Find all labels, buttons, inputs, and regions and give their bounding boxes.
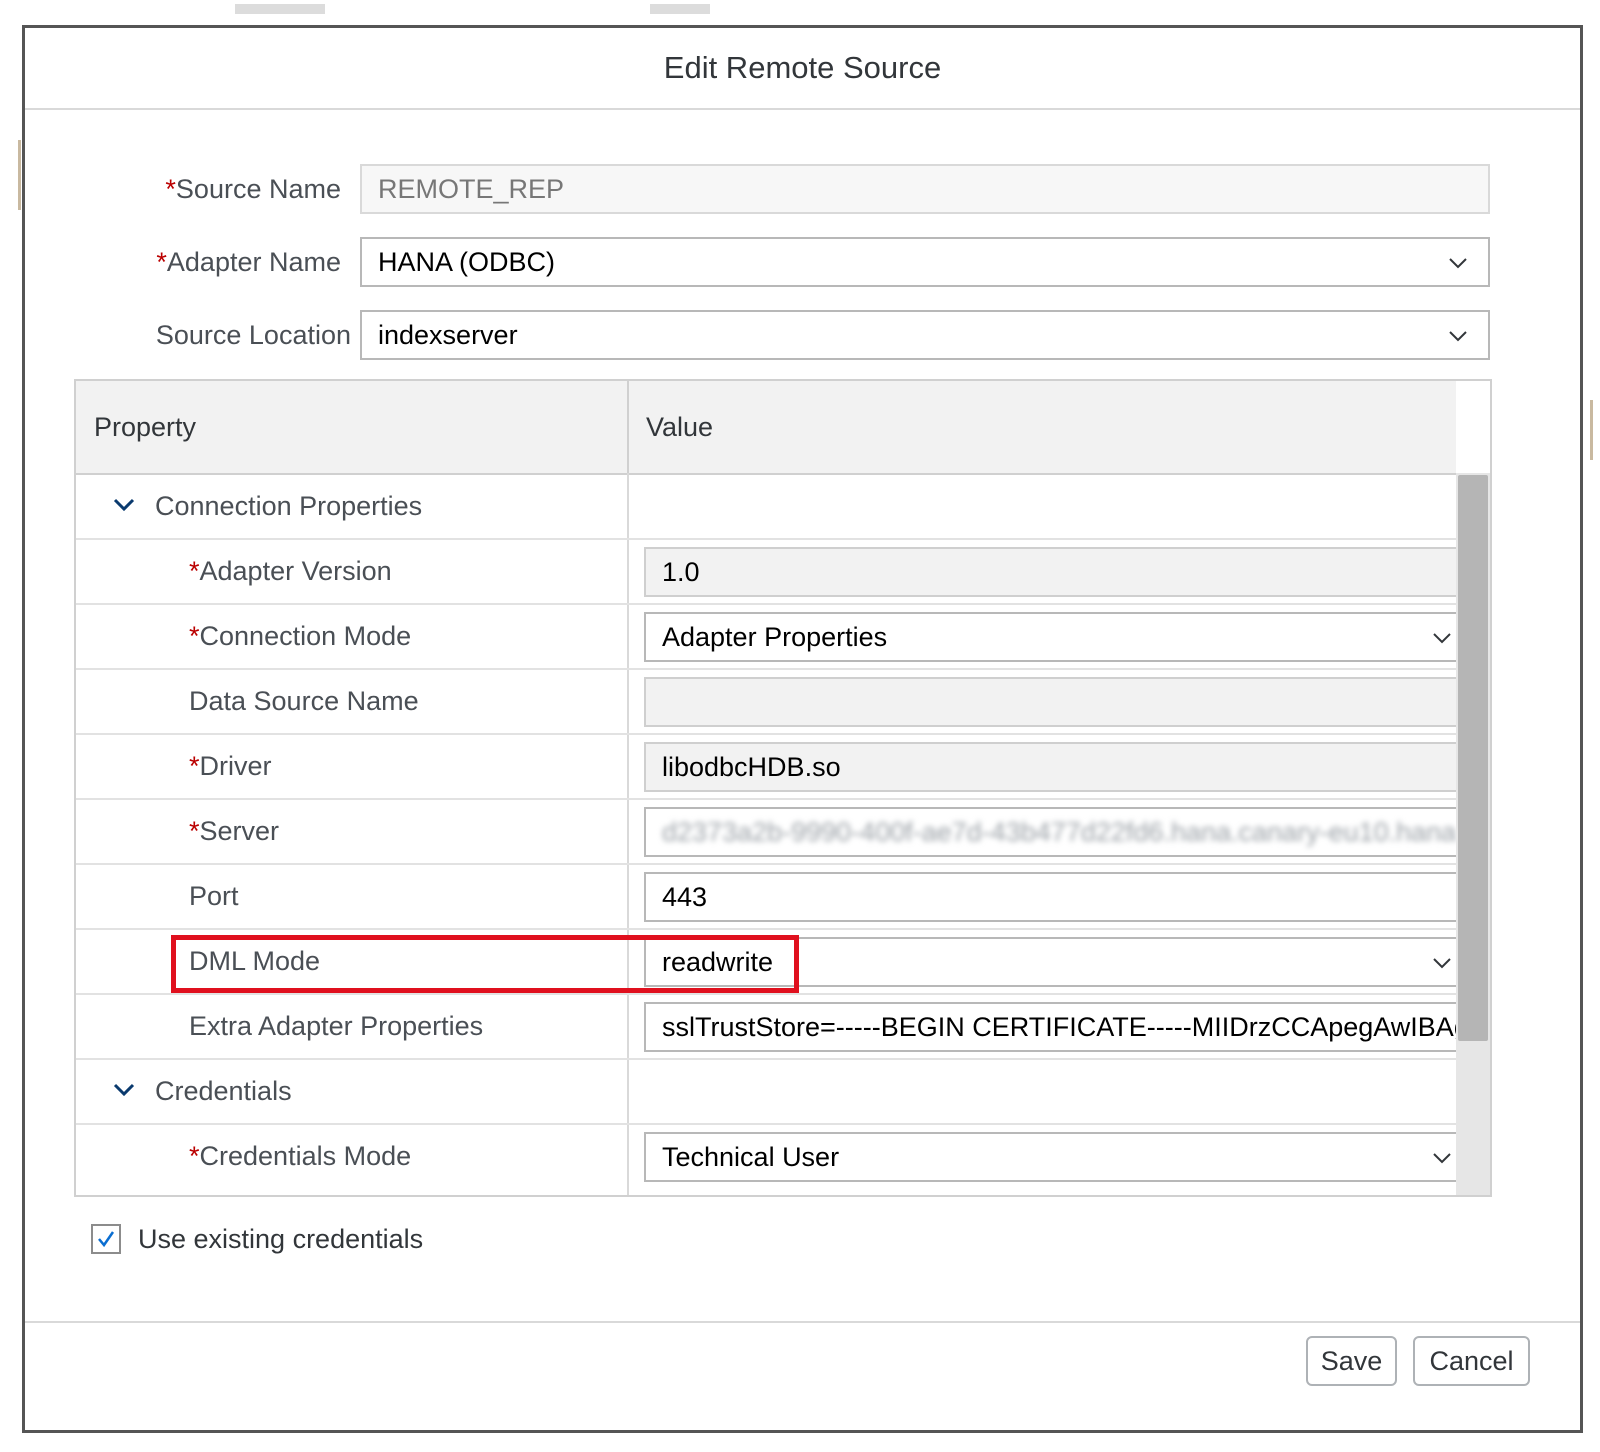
chevron-down-icon [1433, 958, 1451, 969]
adapter-version-field[interactable]: 1.0 [644, 547, 1456, 597]
table-header: Property Value [76, 381, 1456, 475]
data-source-name-field[interactable] [644, 677, 1456, 727]
row-label: Data Source Name [189, 686, 419, 716]
chevron-down-icon[interactable] [112, 1080, 136, 1100]
chevron-down-icon [1449, 331, 1467, 342]
save-button[interactable]: Save [1306, 1336, 1397, 1386]
cancel-button[interactable]: Cancel [1413, 1336, 1530, 1386]
table-row: *Driver libodbcHDB.so [76, 735, 1456, 800]
source-location-label: Source Location [155, 320, 351, 350]
dialog-footer-divider [25, 1321, 1580, 1323]
row-label: *Adapter Version [189, 556, 392, 586]
row-label: *Connection Mode [189, 621, 412, 651]
table-row: *Credentials Mode Technical User [76, 1125, 1456, 1190]
use-existing-credentials-checkbox[interactable] [91, 1224, 121, 1254]
credentials-mode-select[interactable]: Technical User [644, 1132, 1456, 1182]
required-marker: * [165, 174, 176, 204]
table-row: *Server d2373a2b-9990-400f-ae7d-43b477d2… [76, 800, 1456, 865]
properties-table: Property Value Connection Properties *Ad… [74, 379, 1492, 1197]
scrollbar-thumb[interactable] [1458, 475, 1488, 1041]
chevron-down-icon[interactable] [112, 495, 136, 515]
dialog-title: Edit Remote Source [663, 50, 942, 85]
background-edge [1590, 400, 1593, 460]
dml-mode-highlight [171, 935, 799, 993]
source-name-label: *Source Name [165, 174, 341, 204]
table-row: *Adapter Version 1.0 [76, 540, 1456, 605]
driver-field[interactable]: libodbcHDB.so [644, 742, 1456, 792]
background-edge [18, 140, 21, 210]
port-field[interactable]: 443 [644, 872, 1456, 922]
group-label: Connection Properties [155, 491, 423, 521]
chevron-down-icon [1433, 1153, 1451, 1164]
source-location-select[interactable]: indexserver [360, 310, 1490, 360]
group-row-credentials[interactable]: Credentials [76, 1060, 1456, 1125]
background-app [0, 0, 1600, 26]
edit-remote-source-dialog: Edit Remote Source *Source Name REMOTE_R… [22, 25, 1583, 1433]
row-label: *Credentials Mode [189, 1141, 412, 1171]
use-existing-credentials-label[interactable]: Use existing credentials [138, 1217, 423, 1261]
dialog-header: Edit Remote Source [25, 28, 1580, 110]
row-label: *Driver [189, 751, 272, 781]
column-header-value: Value [627, 381, 1449, 473]
blurred-server-value: d2373a2b-9990-400f-ae7d-43b477d22fd6.han… [662, 817, 1456, 847]
group-label: Credentials [155, 1076, 292, 1106]
group-row-connection[interactable]: Connection Properties [76, 475, 1456, 540]
chevron-down-icon [1449, 258, 1467, 269]
adapter-name-label: *Adapter Name [156, 247, 341, 277]
table-row: Data Source Name [76, 670, 1456, 735]
checkmark-icon [98, 1231, 115, 1248]
adapter-name-select[interactable]: HANA (ODBC) [360, 237, 1490, 287]
row-label: Extra Adapter Properties [189, 1011, 484, 1041]
column-header-property: Property [94, 412, 197, 442]
table-row: Extra Adapter Properties sslTrustStore=-… [76, 995, 1456, 1060]
chevron-down-icon [1433, 633, 1451, 644]
row-label: Port [189, 881, 239, 911]
extra-adapter-properties-field[interactable]: sslTrustStore=-----BEGIN CERTIFICATE----… [644, 1002, 1456, 1052]
table-row: *Connection Mode Adapter Properties [76, 605, 1456, 670]
source-name-field[interactable]: REMOTE_REP [360, 164, 1490, 214]
server-field[interactable]: d2373a2b-9990-400f-ae7d-43b477d22fd6.han… [644, 807, 1456, 857]
required-marker: * [156, 247, 167, 277]
row-label: *Server [189, 816, 280, 846]
connection-mode-select[interactable]: Adapter Properties [644, 612, 1456, 662]
table-row: Port 443 [76, 865, 1456, 930]
